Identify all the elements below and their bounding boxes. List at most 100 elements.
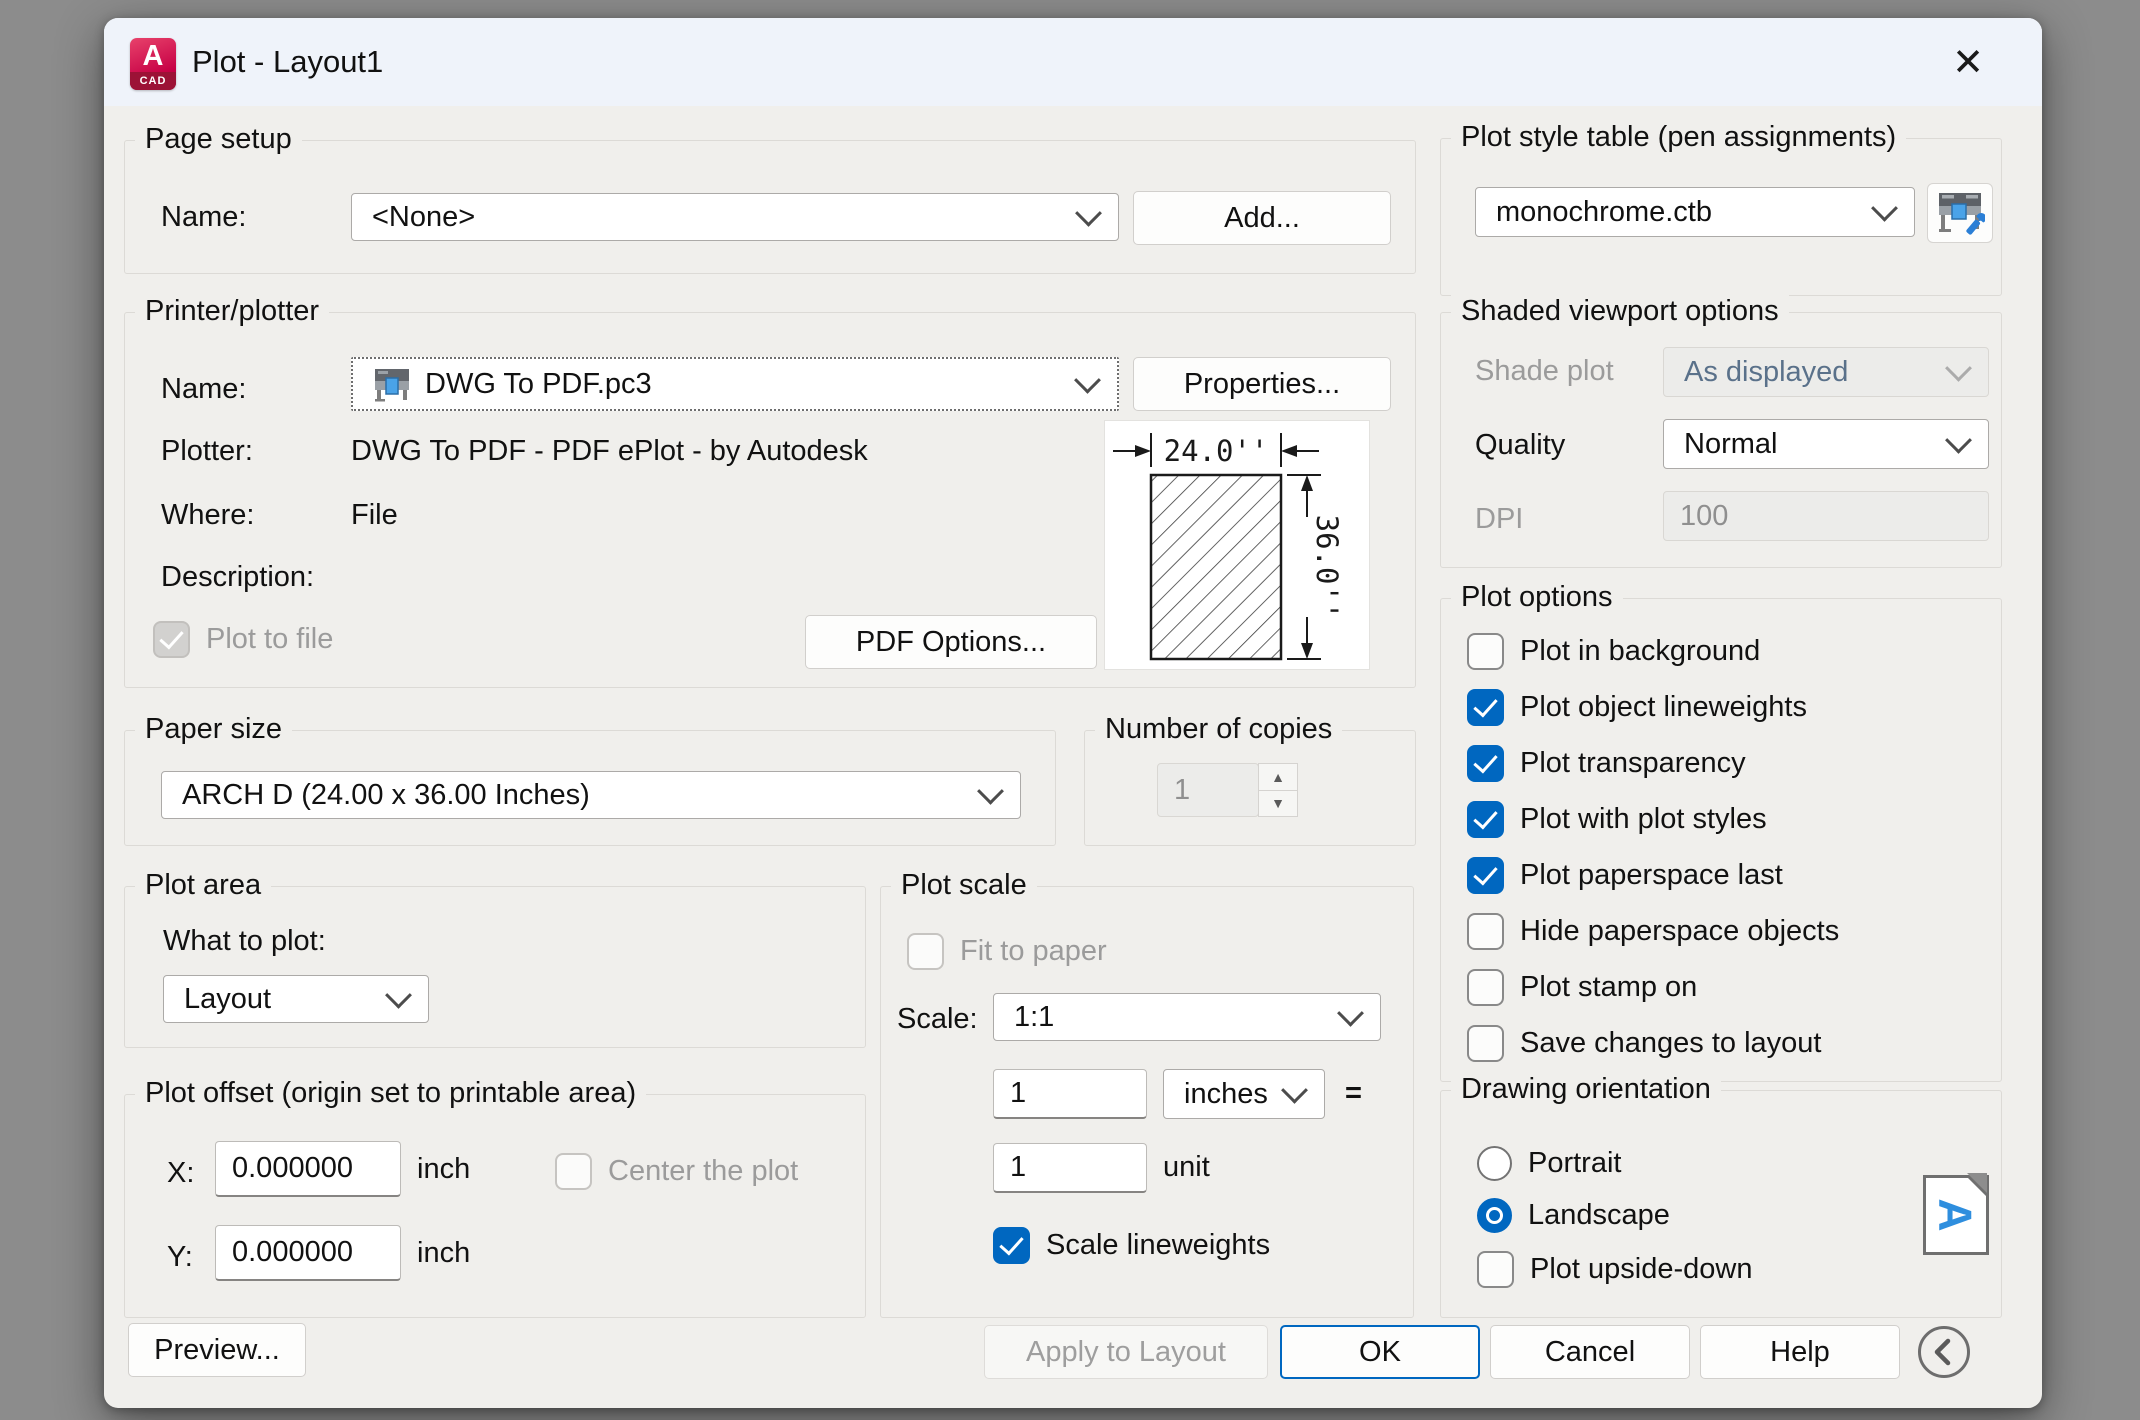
autocad-app-icon: A CAD bbox=[130, 38, 176, 90]
plot-offset-label: Plot offset (origin set to printable are… bbox=[135, 1077, 646, 1110]
plot-stamp-on-checkbox[interactable] bbox=[1467, 969, 1504, 1006]
chevron-down-icon bbox=[1945, 354, 1972, 381]
what-to-plot-select[interactable]: Layout bbox=[163, 975, 429, 1023]
chevron-down-icon bbox=[1337, 999, 1364, 1026]
center-the-plot-label: Center the plot bbox=[608, 1155, 798, 1188]
plot-style-label: Plot style table (pen assignments) bbox=[1451, 121, 1906, 154]
what-to-plot-value: Layout bbox=[184, 983, 389, 1016]
y-offset-input[interactable] bbox=[215, 1225, 401, 1281]
y-offset-unit: inch bbox=[417, 1237, 470, 1270]
plotter-device-icon bbox=[373, 366, 411, 402]
quality-select[interactable]: Normal bbox=[1663, 419, 1989, 469]
page-setup-name-label: Name: bbox=[161, 201, 246, 234]
plot-style-value: monochrome.ctb bbox=[1496, 196, 1875, 229]
landscape-radio[interactable] bbox=[1477, 1198, 1512, 1233]
where-label: Where: bbox=[161, 499, 254, 532]
x-offset-input[interactable] bbox=[215, 1141, 401, 1197]
plot-in-background-checkbox[interactable] bbox=[1467, 633, 1504, 670]
edit-plot-style-button[interactable] bbox=[1927, 183, 1993, 243]
paper-units-select[interactable]: inches bbox=[1163, 1069, 1325, 1119]
plot-scale-label: Plot scale bbox=[891, 869, 1037, 902]
help-button[interactable]: Help bbox=[1700, 1325, 1900, 1379]
quality-value: Normal bbox=[1684, 428, 1949, 461]
page-setup-name-select[interactable]: <None> bbox=[351, 193, 1119, 241]
chevron-down-icon bbox=[1871, 194, 1898, 221]
close-icon[interactable]: ✕ bbox=[1938, 32, 1998, 92]
scale-value: 1:1 bbox=[1014, 1001, 1341, 1034]
dpi-input: 100 bbox=[1663, 491, 1989, 541]
scale-label: Scale: bbox=[897, 1003, 978, 1036]
plot-transparency-checkbox[interactable] bbox=[1467, 745, 1504, 782]
drawing-orientation-label: Drawing orientation bbox=[1451, 1073, 1721, 1106]
cancel-button[interactable]: Cancel bbox=[1490, 1325, 1690, 1379]
plot-option-label: Plot object lineweights bbox=[1520, 691, 1807, 724]
drawing-units-label: unit bbox=[1163, 1151, 1210, 1184]
title-bar: A CAD Plot - Layout1 ✕ bbox=[104, 18, 2042, 106]
plot-option-label: Save changes to layout bbox=[1520, 1027, 1821, 1060]
quality-label: Quality bbox=[1475, 429, 1565, 462]
paper-size-value: ARCH D (24.00 x 36.00 Inches) bbox=[182, 779, 981, 812]
plot-offset-group: Plot offset (origin set to printable are… bbox=[124, 1094, 866, 1318]
hide-paperspace-objects-checkbox[interactable] bbox=[1467, 913, 1504, 950]
plot-to-file-label: Plot to file bbox=[206, 623, 333, 656]
plot-style-select[interactable]: monochrome.ctb bbox=[1475, 187, 1915, 237]
plot-scale-group: Plot scale Fit to paper Scale: 1:1 inche… bbox=[880, 886, 1414, 1318]
printer-name-select[interactable]: DWG To PDF.pc3 bbox=[351, 357, 1119, 411]
plotter-value: DWG To PDF - PDF ePlot - by Autodesk bbox=[351, 435, 868, 468]
add-button[interactable]: Add... bbox=[1133, 191, 1391, 245]
scale-lineweights-checkbox[interactable] bbox=[993, 1227, 1030, 1264]
save-changes-to-layout-checkbox[interactable] bbox=[1467, 1025, 1504, 1062]
paper-size-select[interactable]: ARCH D (24.00 x 36.00 Inches) bbox=[161, 771, 1021, 819]
apply-to-layout-button: Apply to Layout bbox=[984, 1325, 1268, 1379]
landscape-orientation-icon: A bbox=[1923, 1175, 1989, 1255]
description-label: Description: bbox=[161, 561, 314, 594]
what-to-plot-label: What to plot: bbox=[163, 925, 326, 958]
plot-option-label: Plot paperspace last bbox=[1520, 859, 1783, 892]
chevron-down-icon bbox=[385, 981, 412, 1008]
center-the-plot-checkbox bbox=[555, 1153, 592, 1190]
plot-to-file-checkbox bbox=[153, 621, 190, 658]
shade-plot-label: Shade plot bbox=[1475, 355, 1614, 388]
paper-units-value: inches bbox=[1184, 1078, 1285, 1111]
paper-size-label: Paper size bbox=[135, 713, 292, 746]
portrait-radio[interactable] bbox=[1477, 1146, 1512, 1181]
plot-area-group: Plot area What to plot: Layout bbox=[124, 886, 866, 1048]
less-options-button[interactable] bbox=[1918, 1326, 1970, 1378]
chevron-down-icon bbox=[1945, 426, 1972, 453]
printer-plotter-label: Printer/plotter bbox=[135, 295, 329, 328]
shaded-viewport-group: Shaded viewport options Shade plot As di… bbox=[1440, 312, 2002, 568]
paper-size-group: Paper size ARCH D (24.00 x 36.00 Inches) bbox=[124, 730, 1056, 846]
page-setup-label: Page setup bbox=[135, 123, 302, 156]
y-offset-label: Y: bbox=[167, 1241, 193, 1274]
paper-units-input[interactable] bbox=[993, 1069, 1147, 1119]
paper-preview: 24.0'' 36.0'' bbox=[1104, 420, 1370, 670]
dpi-label: DPI bbox=[1475, 503, 1523, 536]
plot-option-label: Plot stamp on bbox=[1520, 971, 1697, 1004]
x-offset-unit: inch bbox=[417, 1153, 470, 1186]
scale-select[interactable]: 1:1 bbox=[993, 993, 1381, 1041]
drawing-units-input[interactable] bbox=[993, 1143, 1147, 1193]
preview-button[interactable]: Preview... bbox=[128, 1323, 306, 1377]
plot-with-plot-styles-checkbox[interactable] bbox=[1467, 801, 1504, 838]
copies-spinner: ▲ ▼ bbox=[1258, 763, 1298, 817]
preview-height-dim: 36.0'' bbox=[1310, 515, 1344, 620]
copies-label: Number of copies bbox=[1095, 713, 1342, 746]
plot-option-label: Plot in background bbox=[1520, 635, 1760, 668]
plot-options-group: Plot options Plot in background Plot obj… bbox=[1440, 598, 2002, 1082]
shade-plot-value: As displayed bbox=[1684, 356, 1949, 389]
plot-option-label: Plot with plot styles bbox=[1520, 803, 1767, 836]
scale-lineweights-label: Scale lineweights bbox=[1046, 1229, 1270, 1262]
plot-paperspace-last-checkbox[interactable] bbox=[1467, 857, 1504, 894]
plot-object-lineweights-checkbox[interactable] bbox=[1467, 689, 1504, 726]
page-setup-name-value: <None> bbox=[372, 201, 1079, 234]
pdf-options-button[interactable]: PDF Options... bbox=[805, 615, 1097, 669]
ok-button[interactable]: OK bbox=[1280, 1325, 1480, 1379]
spin-up-icon[interactable]: ▲ bbox=[1258, 763, 1298, 791]
dialog-title: Plot - Layout1 bbox=[192, 18, 383, 106]
properties-button[interactable]: Properties... bbox=[1133, 357, 1391, 411]
shade-plot-select: As displayed bbox=[1663, 347, 1989, 397]
where-value: File bbox=[351, 499, 398, 532]
plot-upside-down-checkbox[interactable] bbox=[1477, 1251, 1514, 1288]
plot-dialog: A CAD Plot - Layout1 ✕ Page setup Name: … bbox=[104, 18, 2042, 1408]
spin-down-icon[interactable]: ▼ bbox=[1258, 790, 1298, 818]
